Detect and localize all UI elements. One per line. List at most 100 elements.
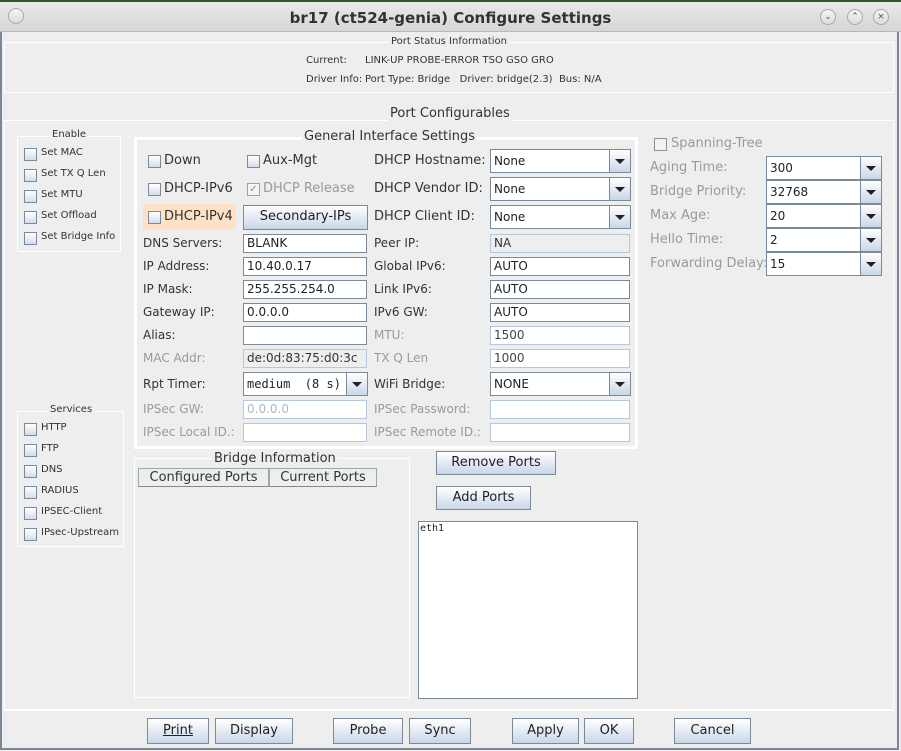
ipsec-password-input[interactable]: [490, 400, 630, 419]
chevron-down-icon[interactable]: [609, 150, 630, 172]
aux-mgt-checkbox[interactable]: [247, 155, 260, 168]
ftp-checkbox[interactable]: [24, 444, 37, 457]
ipsec-remote-id-label: IPSec Remote ID.:: [374, 425, 481, 439]
driver-info-value: Port Type: Bridge Driver: bridge(2.3) Bu…: [365, 74, 602, 85]
close-icon[interactable]: ×: [873, 9, 889, 25]
radius-label: RADIUS: [41, 485, 79, 496]
dhcp-client-id-select[interactable]: None: [490, 205, 631, 229]
probe-label: Probe: [349, 723, 387, 738]
cancel-button[interactable]: Cancel: [674, 718, 751, 744]
set-bridge-info-checkbox[interactable]: [24, 232, 37, 245]
set-mtu-checkbox[interactable]: [24, 190, 37, 203]
display-button[interactable]: Display: [215, 718, 293, 744]
ok-button[interactable]: OK: [584, 718, 634, 744]
aging-time-select[interactable]: 300: [766, 156, 882, 180]
bridge-priority-select[interactable]: 32768: [766, 180, 882, 204]
peer-ip-label: Peer IP:: [374, 236, 420, 250]
chevron-down-icon[interactable]: [860, 253, 881, 275]
probe-button[interactable]: Probe: [333, 718, 403, 744]
aux-mgt-label: Aux-Mgt: [263, 153, 318, 168]
ipsec-upstream-checkbox[interactable]: [24, 528, 37, 541]
hello-time-value: 2: [770, 233, 778, 247]
ip-address-input[interactable]: 10.40.0.17: [243, 257, 367, 276]
minimize-icon[interactable]: ⌄: [820, 9, 836, 25]
hello-time-select[interactable]: 2: [766, 228, 882, 252]
ipsec-client-checkbox[interactable]: [24, 507, 37, 520]
max-age-select[interactable]: 20: [766, 204, 882, 228]
radius-checkbox[interactable]: [24, 486, 37, 499]
sync-label: Sync: [424, 723, 456, 738]
print-button[interactable]: Print: [147, 718, 209, 744]
chevron-down-icon[interactable]: [860, 157, 881, 179]
wifi-bridge-select[interactable]: NONE: [490, 372, 631, 396]
dhcp-vendor-id-label: DHCP Vendor ID:: [374, 181, 483, 196]
dhcp-ipv4-checkbox[interactable]: [148, 211, 161, 224]
forwarding-delay-value: 15: [770, 257, 786, 271]
ipv6-gw-input[interactable]: AUTO: [490, 303, 630, 322]
txqlen-input[interactable]: 1000: [490, 349, 630, 368]
dhcp-hostname-value: None: [494, 154, 526, 168]
apply-button[interactable]: Apply: [512, 718, 579, 744]
print-label: Print: [163, 723, 193, 738]
current-label: Current:: [306, 55, 347, 66]
chevron-down-icon[interactable]: [860, 205, 881, 227]
rpt-timer-select[interactable]: medium (8 s): [243, 372, 368, 396]
ip-address-label: IP Address:: [143, 259, 210, 273]
dhcp-ipv6-checkbox[interactable]: [148, 183, 161, 196]
dhcp-client-id-label: DHCP Client ID:: [374, 209, 475, 224]
dns-checkbox[interactable]: [24, 465, 37, 478]
set-txqlen-label: Set TX Q Len: [41, 168, 106, 179]
chevron-down-icon[interactable]: [346, 373, 367, 395]
set-offload-checkbox[interactable]: [24, 211, 37, 224]
link-ipv6-input[interactable]: AUTO: [490, 280, 630, 299]
secondary-ips-button[interactable]: Secondary-IPs: [243, 205, 368, 230]
dhcp-vendor-id-value: None: [494, 182, 526, 196]
ipsec-client-label: IPSEC-Client: [41, 506, 103, 517]
set-txqlen-checkbox[interactable]: [24, 169, 37, 182]
port-configurables-legend: Port Configurables: [388, 106, 512, 121]
ip-mask-input[interactable]: 255.255.254.0: [243, 280, 367, 299]
title-bar: br17 (ct524-genia) Configure Settings ⌄ …: [0, 0, 901, 32]
mtu-input[interactable]: 1500: [490, 326, 630, 345]
http-checkbox[interactable]: [24, 423, 37, 436]
current-ports-header[interactable]: Current Ports: [269, 468, 377, 487]
set-mac-checkbox[interactable]: [24, 148, 37, 161]
ip-mask-label: IP Mask:: [143, 282, 193, 296]
dhcp-release-checkbox[interactable]: ✓: [247, 183, 260, 196]
txqlen-label: TX Q Len: [374, 351, 429, 365]
global-ipv6-input[interactable]: AUTO: [490, 257, 630, 276]
chevron-down-icon[interactable]: [860, 229, 881, 251]
remove-ports-button[interactable]: Remove Ports: [436, 451, 556, 475]
rpt-timer-value: medium (8 s): [247, 377, 341, 391]
mac-addr-input[interactable]: de:0d:83:75:d0:3c: [243, 349, 367, 368]
dhcp-client-id-value: None: [494, 210, 526, 224]
ftp-label: FTP: [41, 443, 59, 454]
dns-servers-input[interactable]: BLANK: [243, 234, 367, 253]
ipsec-gw-input[interactable]: 0.0.0.0: [243, 400, 367, 419]
ipsec-remote-id-input[interactable]: [490, 423, 630, 442]
port-status-legend: Port Status Information: [389, 36, 509, 47]
chevron-down-icon[interactable]: [860, 181, 881, 203]
gateway-ip-input[interactable]: 0.0.0.0: [243, 303, 367, 322]
chevron-down-icon[interactable]: [609, 178, 630, 200]
dhcp-hostname-label: DHCP Hostname:: [374, 153, 486, 168]
configured-ports-header[interactable]: Configured Ports: [138, 468, 269, 487]
ipsec-local-id-input[interactable]: [243, 423, 367, 442]
port-list-textarea[interactable]: eth1: [418, 521, 638, 699]
set-mac-label: Set MAC: [41, 147, 83, 158]
peer-ip-input[interactable]: NA: [490, 234, 630, 253]
maximize-icon[interactable]: ⌃: [847, 9, 863, 25]
add-ports-button[interactable]: Add Ports: [436, 486, 531, 510]
max-age-label: Max Age:: [650, 208, 711, 223]
spanning-tree-checkbox[interactable]: [654, 138, 667, 151]
chevron-down-icon[interactable]: [609, 373, 630, 395]
forwarding-delay-select[interactable]: 15: [766, 252, 882, 276]
down-checkbox[interactable]: [148, 155, 161, 168]
sync-button[interactable]: Sync: [409, 718, 471, 744]
global-ipv6-label: Global IPv6:: [374, 259, 446, 273]
dhcp-hostname-select[interactable]: None: [490, 149, 631, 173]
chevron-down-icon[interactable]: [609, 206, 630, 228]
dhcp-vendor-id-select[interactable]: None: [490, 177, 631, 201]
alias-input[interactable]: [243, 326, 367, 345]
forwarding-delay-label: Forwarding Delay:: [650, 256, 768, 271]
